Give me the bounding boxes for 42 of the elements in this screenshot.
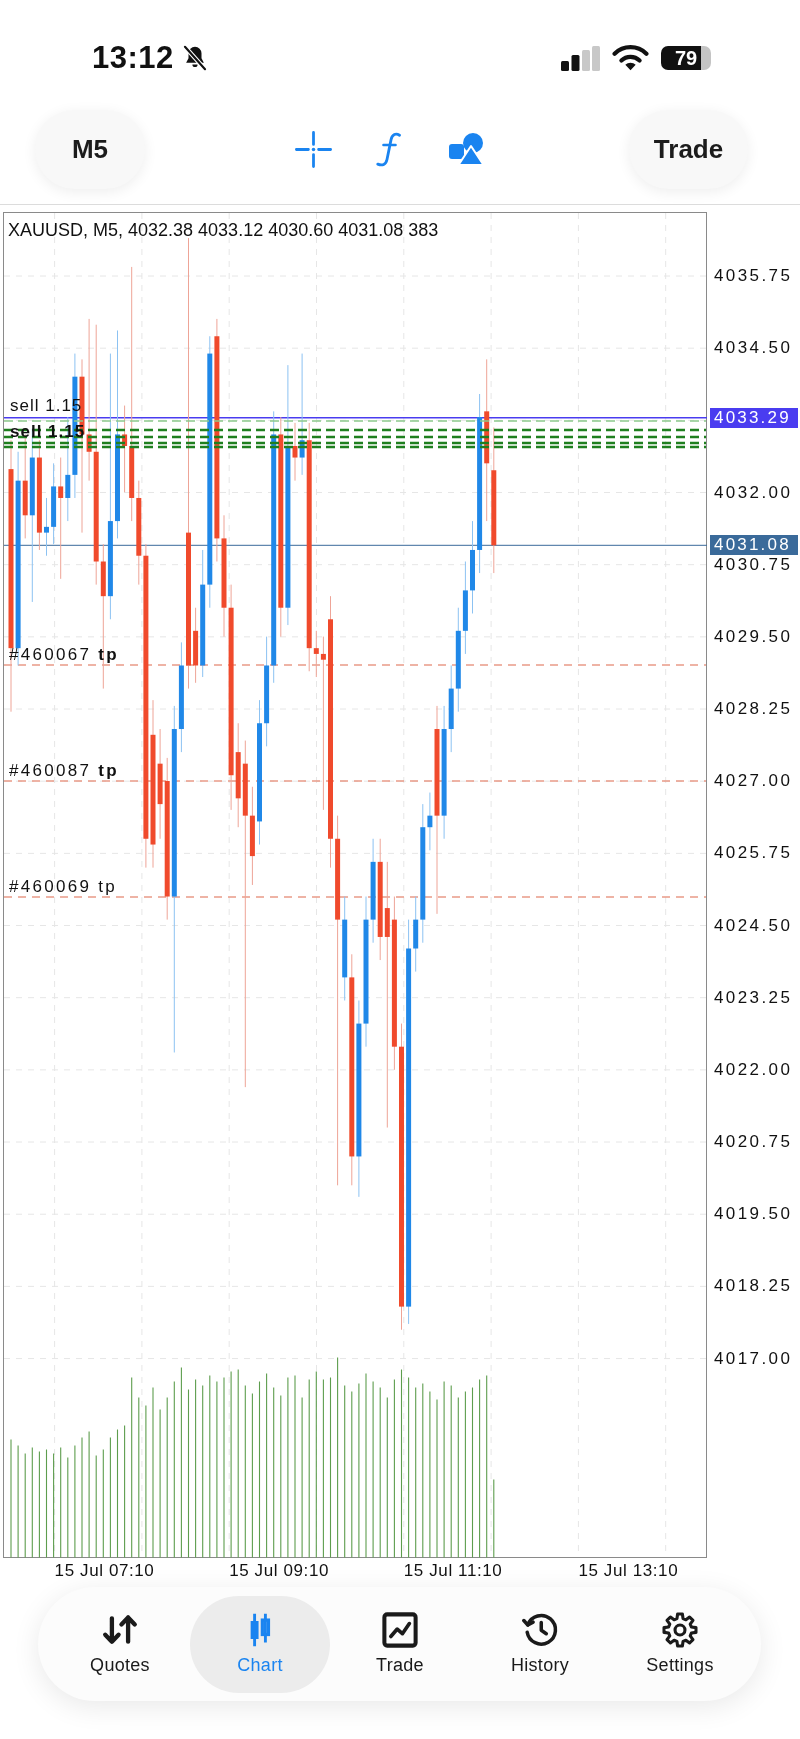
signal-icon	[561, 45, 600, 71]
price-axis-label: 4030.75	[714, 553, 793, 576]
price-axis-label: 4017.00	[714, 1347, 793, 1370]
shapes-icon[interactable]	[449, 132, 485, 166]
price-axis-label: 4022.00	[714, 1058, 793, 1081]
wifi-icon	[612, 45, 649, 71]
history-icon	[522, 1612, 558, 1648]
price-axis-label: 4025.75	[714, 842, 793, 865]
crosshair-icon[interactable]	[295, 130, 332, 168]
settings-icon	[662, 1612, 698, 1648]
price-axis-label: 4027.00	[714, 770, 793, 793]
price-axis-label: 4032.00	[714, 481, 793, 504]
price-axis-label: 4018.25	[714, 1275, 793, 1298]
price-axis-label: 4029.50	[714, 625, 793, 648]
battery-indicator: 79	[661, 46, 711, 70]
chart-title: XAUUSD, M5, 4032.38 4033.12 4030.60 4031.08 383	[8, 219, 439, 241]
nav-tab[interactable]: Trade	[330, 1595, 470, 1693]
nav-tab[interactable]: Settings	[610, 1595, 750, 1693]
price-axis-label: 4020.75	[714, 1131, 793, 1153]
nav-tab[interactable]: History	[470, 1595, 610, 1693]
price-axis-label: 4024.50	[714, 914, 793, 937]
trade-button[interactable]: Trade	[629, 109, 748, 189]
price-axis-label: 4023.25	[714, 986, 793, 1009]
time-axis-label: 15 Jul 11:10	[403, 1560, 503, 1582]
line-chart-icon	[382, 1612, 418, 1648]
function-icon[interactable]	[376, 130, 402, 168]
time-axis-label: 15 Jul 09:10	[229, 1560, 330, 1582]
take-profit-label: #460069 tp	[9, 877, 118, 897]
timeframe-button[interactable]: M5	[35, 109, 145, 189]
bell-slash-icon	[181, 45, 208, 71]
price-axis-label: 4034.50	[714, 337, 793, 360]
time-axis-label: 15 Jul 07:10	[54, 1560, 155, 1582]
price-tag: 4033.29	[710, 407, 798, 428]
price-axis-label: 4035.75	[714, 265, 793, 287]
take-profit-label: #460067 tp	[9, 645, 119, 665]
take-profit-label: #460087 tp	[9, 761, 119, 781]
price-axis-label: 4028.25	[714, 698, 793, 720]
status-time: 13:12	[92, 40, 174, 76]
price-tag: 4031.08	[710, 535, 798, 556]
price-axis-label: 4019.50	[714, 1203, 793, 1226]
nav-tab[interactable]: Quotes	[50, 1595, 190, 1693]
time-axis-label: 15 Jul 13:10	[578, 1560, 679, 1582]
